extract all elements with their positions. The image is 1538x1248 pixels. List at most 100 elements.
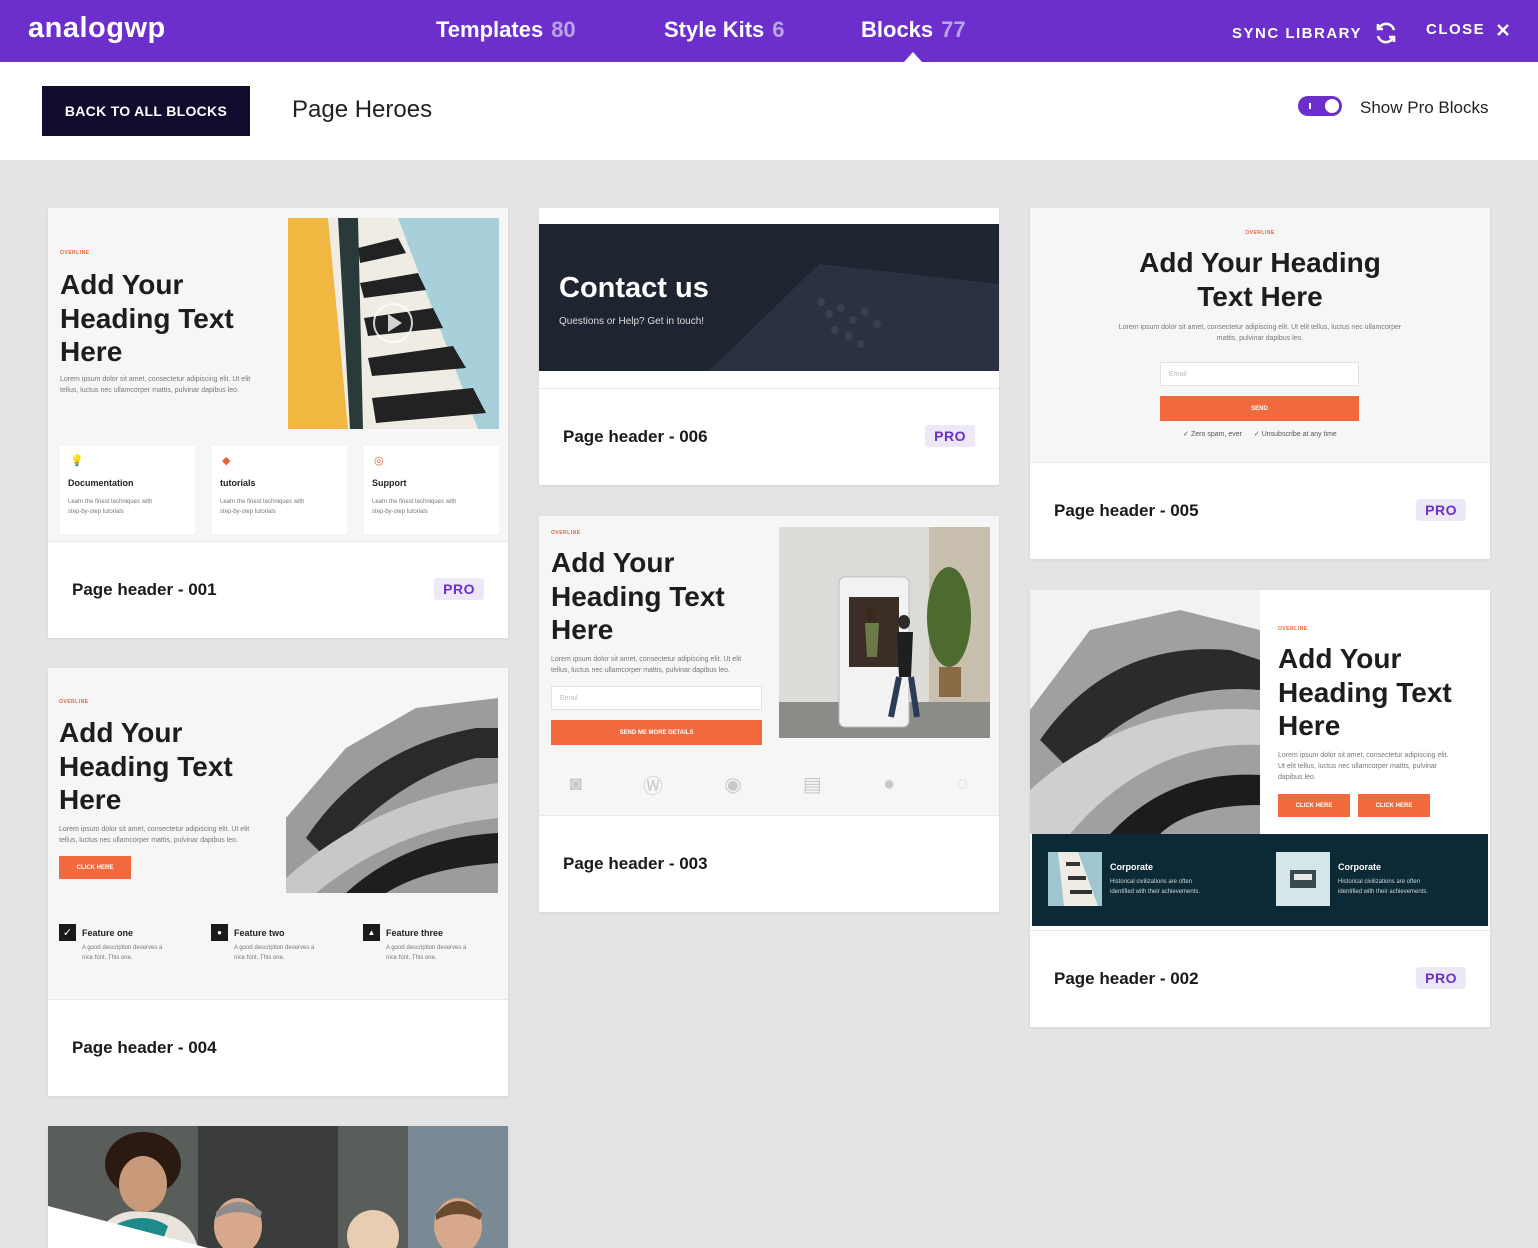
pro-badge: PRO	[434, 578, 484, 600]
tab-style-kits[interactable]: Style Kits 6	[664, 17, 785, 43]
preview-heading: Add Your Heading Text Here	[59, 716, 233, 817]
corporate-thumb	[1048, 852, 1102, 906]
block-preview: OVERLINE Add Your Heading Text Here Lore…	[1030, 208, 1490, 463]
active-tab-indicator	[904, 52, 922, 62]
preview-send-details-button: SEND ME MORE DETAILS	[551, 720, 762, 745]
block-preview: OVERLINE Add Your Heading Text Here Lore…	[539, 516, 999, 816]
office-photo	[779, 527, 990, 738]
desc-line: nice font. This one.	[386, 954, 437, 961]
block-preview: OVERLINE Add Your Heading Text Here Lore…	[48, 668, 508, 1000]
feature-desc: A good description deserves a nice font. …	[234, 944, 314, 963]
block-card-002[interactable]: OVERLINE Add Your Heading Text Here Lore…	[1030, 590, 1490, 1027]
pro-badge: PRO	[1416, 967, 1466, 989]
lorem-line: Lorem ipsum dolor sit amet, consectetur …	[1278, 752, 1449, 759]
feature-desc: A good description deserves a nice font. …	[82, 944, 162, 963]
heading-line: Heading Text	[551, 580, 725, 612]
lorem-line: tellus, luctus nec ullamcorper mattis, p…	[551, 667, 730, 675]
preview-heading: Add Your Heading Text Here	[551, 546, 725, 647]
heading-line: Add Your	[59, 717, 183, 748]
desc-line: step-by-step tutorials	[220, 508, 276, 515]
heading-line: Here	[551, 614, 614, 646]
feature-title: tutorials	[220, 478, 256, 488]
chat-logo-icon: ◙	[569, 772, 582, 795]
heading-line: Text Here	[1197, 280, 1323, 312]
desc-line: A good description deserves a	[386, 945, 467, 951]
preview-overline: OVERLINE	[1245, 230, 1275, 236]
show-pro-toggle[interactable]	[1298, 96, 1342, 116]
heading-line: Heading Text	[60, 302, 234, 334]
logo-strip: ◙ Ⓦ ◉ ▤ ● ◌	[539, 764, 999, 804]
preview-email-field: Email	[551, 686, 762, 710]
preview-heading: Add Your Heading Text Here	[60, 268, 234, 369]
preview-overline: OVERLINE	[551, 530, 581, 536]
heading-line: Heading Text	[59, 750, 233, 782]
block-card-006[interactable]: Contact us Questions or Help? Get in tou…	[539, 208, 999, 485]
feature-title: Documentation	[68, 478, 134, 488]
preview-checklist: ✓ Zero spam, ever ✓ Unsubscribe at any t…	[1030, 430, 1490, 438]
user-icon: ▲	[363, 924, 380, 941]
tab-templates[interactable]: Templates 80	[436, 17, 576, 43]
desc-line: Historical civilizations are often	[1110, 879, 1193, 885]
corporate-desc: Historical civilizations are often identi…	[1338, 878, 1428, 897]
feature-title: Support	[372, 478, 407, 488]
desc-line: A good description deserves a	[82, 945, 163, 951]
wordpress-logo-icon: Ⓦ	[642, 775, 663, 798]
contact-subtitle: Questions or Help? Get in touch!	[559, 316, 705, 327]
apple-logo-icon: ●	[883, 772, 896, 795]
preview-email-field: Email	[1160, 362, 1359, 386]
tab-blocks-label: Blocks	[861, 17, 934, 42]
block-card-partial[interactable]	[48, 1126, 508, 1248]
desc-line: Learn the finest techniques with	[68, 499, 153, 505]
stumbleupon-logo-icon: ◉	[724, 773, 742, 796]
lorem-line: dapibus leo.	[1278, 774, 1316, 782]
bird-logo-icon: ◌	[956, 772, 969, 795]
card-name: Page header - 001	[72, 580, 217, 599]
contact-hero: Contact us Questions or Help? Get in tou…	[539, 224, 999, 371]
close-button[interactable]: CLOSE	[1426, 21, 1510, 38]
feature-desc: Learn the finest techniques with step-by-…	[68, 498, 152, 517]
corporate-strip: Corporate Historical civilizations are o…	[1032, 834, 1488, 926]
heading-line: Add Your Heading	[1139, 247, 1381, 278]
check-item: ✓ Zero spam, ever	[1183, 431, 1242, 438]
back-to-all-blocks-button[interactable]: BACK TO ALL BLOCKS	[42, 86, 250, 136]
heading-line: Add Your	[1278, 643, 1402, 674]
preview-send-button: SEND	[1160, 396, 1359, 421]
feature-title: Feature one	[82, 928, 134, 938]
block-card-001[interactable]: OVERLINE Add Your Heading Text Here Lore…	[48, 208, 508, 638]
preview-overline: OVERLINE	[59, 699, 89, 705]
feature-title: Feature three	[386, 928, 444, 938]
desc-line: Learn the finest techniques with	[372, 499, 457, 505]
card-footer: Page header - 002 PRO	[1030, 931, 1490, 1027]
card-name: Page header - 003	[563, 854, 708, 873]
block-card-004[interactable]: OVERLINE Add Your Heading Text Here Lore…	[48, 668, 508, 1096]
top-bar: analogwp Templates 80 Style Kits 6 Blocks 7…	[0, 0, 1538, 62]
desc-line: identified with their achievements.	[1110, 888, 1201, 895]
preview-lorem: Lorem ipsum dolor sit amet, consectetur …	[1030, 322, 1490, 344]
tab-blocks[interactable]: Blocks 77	[861, 17, 966, 43]
block-preview: OVERLINE Add Your Heading Text Here Lore…	[48, 208, 508, 542]
contact-title: Contact us	[559, 272, 709, 304]
corporate-title: Corporate	[1338, 862, 1382, 872]
lorem-line: Ut elit tellus, luctus nec ullamcorper m…	[1278, 763, 1438, 771]
feature-title: Feature two	[234, 928, 285, 938]
desc-line: nice font. This one.	[234, 954, 285, 961]
heading-line: Heading Text	[1278, 676, 1452, 708]
tab-templates-label: Templates	[436, 17, 544, 42]
lorem-line: Lorem ipsum dolor sit amet, consectetur …	[1118, 324, 1402, 331]
desc-line: step-by-step tutorials	[372, 508, 428, 515]
block-card-005[interactable]: OVERLINE Add Your Heading Text Here Lore…	[1030, 208, 1490, 559]
feature-desc: Learn the finest techniques with step-by-…	[372, 498, 456, 517]
heading-line: Add Your	[60, 269, 184, 300]
feature-box-documentation: 💡 Documentation Learn the finest techniq…	[60, 446, 195, 534]
sync-icon	[1376, 22, 1396, 44]
lorem-line: Lorem ipsum dolor sit amet, consectetur …	[60, 376, 251, 383]
preview-cta-button: CLICK HERE	[59, 856, 131, 879]
heading-line: Here	[1278, 710, 1341, 742]
elementor-logo-icon: ▤	[802, 773, 822, 796]
sync-library-button[interactable]: SYNC LIBRARY	[1232, 21, 1398, 45]
lorem-line: Lorem ipsum dolor sit amet, consectetur …	[551, 656, 742, 663]
block-card-003[interactable]: OVERLINE Add Your Heading Text Here Lore…	[539, 516, 999, 912]
pro-badge: PRO	[925, 425, 975, 447]
page-title: Page Heroes	[292, 96, 433, 123]
desc-line: nice font. This one.	[82, 954, 133, 961]
